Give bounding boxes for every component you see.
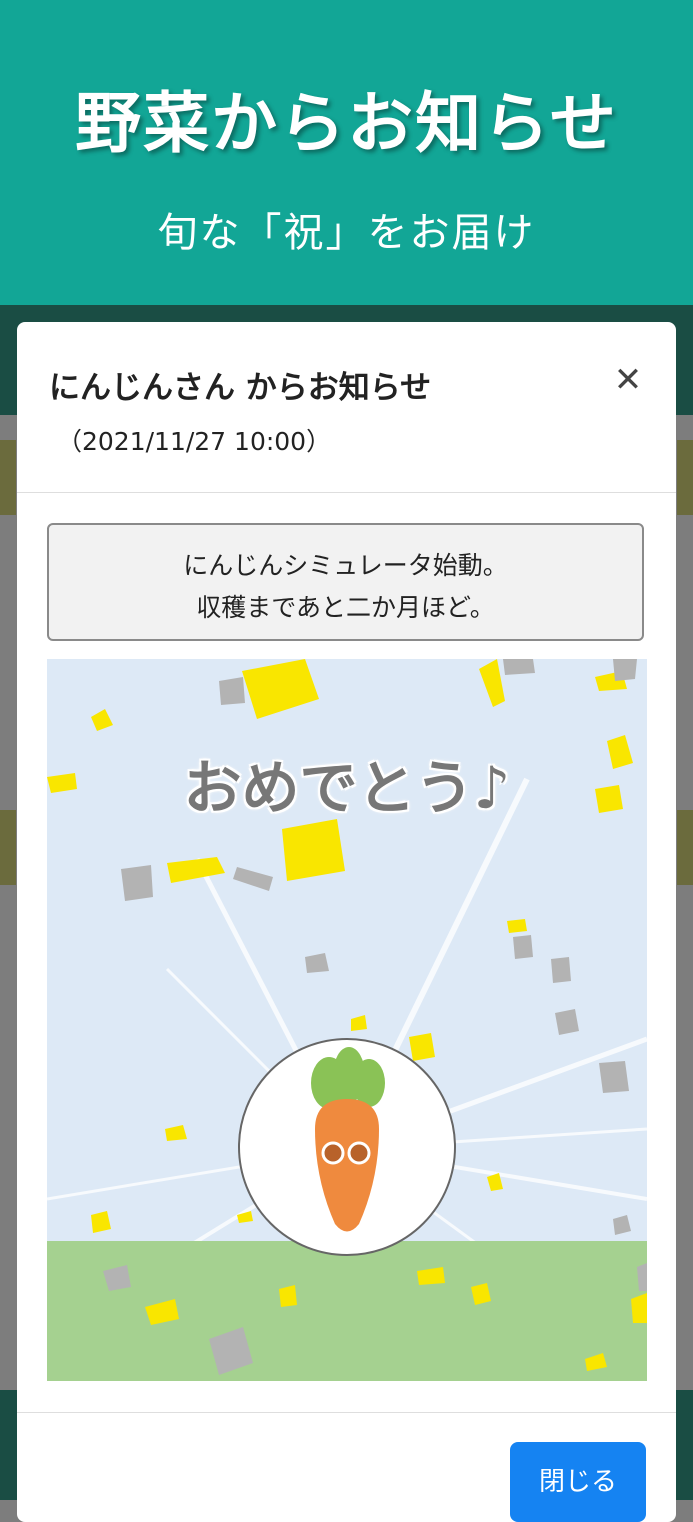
modal-header-divider — [17, 492, 676, 493]
modal-date: （2021/11/27 10:00） — [57, 427, 332, 456]
celebration-image: おめでとう♪ — [47, 659, 647, 1381]
message-box: にんじんシミュレータ始動。 収穫まであと二か月ほど。 — [47, 523, 644, 641]
close-button[interactable]: 閉じる — [510, 1442, 646, 1522]
app-header: 野菜からお知らせ 旬な「祝」をお届け — [0, 0, 693, 305]
modal-footer-divider — [17, 1412, 676, 1413]
page-title: 野菜からお知らせ — [75, 85, 618, 162]
background-card-edge — [677, 440, 693, 515]
modal-title: にんじんさん からお知らせ — [49, 370, 432, 406]
background-card-edge — [0, 440, 16, 515]
message-line-1: にんじんシミュレータ始動。 — [183, 551, 508, 580]
close-icon[interactable]: ✕ — [608, 360, 648, 400]
message-line-2: 収穫まであと二か月ほど。 — [196, 593, 495, 622]
background-card-edge — [677, 810, 693, 885]
congrats-text: おめでとう♪ — [183, 754, 511, 822]
grass — [47, 1241, 647, 1381]
page-subtitle: 旬な「祝」をお届け — [157, 210, 536, 256]
background-card-edge — [0, 810, 16, 885]
notification-modal: にんじんさん からお知らせ （2021/11/27 10:00） ✕ にんじんシ… — [17, 322, 676, 1522]
carrot-badge — [238, 1038, 456, 1256]
